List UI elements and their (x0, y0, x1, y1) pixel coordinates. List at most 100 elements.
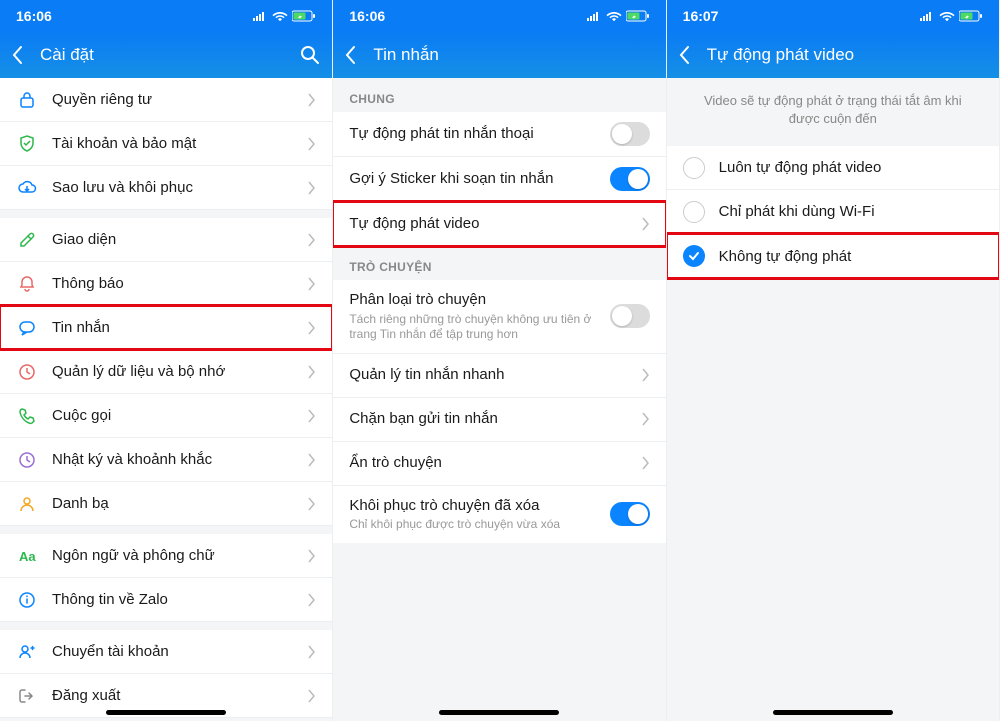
toggle[interactable] (610, 304, 650, 328)
row-label: Thông báo (52, 274, 302, 294)
settings-row[interactable]: Thông báo (0, 262, 332, 306)
settings-row[interactable]: Thông tin về Zalo (0, 578, 332, 622)
row-quick-message[interactable]: Quản lý tin nhắn nhanh (333, 354, 665, 398)
nav-title: Cài đặt (40, 45, 292, 65)
chevron-right-icon (308, 497, 316, 511)
settings-row[interactable]: Danh bạ (0, 482, 332, 526)
radio-option[interactable]: Không tự động phát (667, 234, 999, 278)
toggle[interactable] (610, 167, 650, 191)
screen-autoplay-video: 16:07 Tự động phát video Video sẽ tự độn… (667, 0, 1000, 721)
status-icons (586, 10, 650, 22)
row-label: Quản lý tin nhắn nhanh (349, 365, 635, 385)
screen-messages: 16:06 Tin nhắn CHUNG Tự động phát tin nh… (333, 0, 666, 721)
chevron-right-icon (308, 93, 316, 107)
status-bar: 16:07 (667, 0, 999, 32)
nav-bar: Tự động phát video (667, 32, 999, 78)
switch-icon (16, 641, 38, 663)
settings-row[interactable]: Sao lưu và khôi phục (0, 166, 332, 210)
lock-icon (16, 89, 38, 111)
radio-option[interactable]: Luôn tự động phát video (667, 146, 999, 190)
settings-row[interactable]: Chuyển tài khoản (0, 630, 332, 674)
row-chat-classify[interactable]: Phân loại trò chuyện Tách riêng những tr… (333, 280, 665, 354)
chevron-right-icon (308, 137, 316, 151)
status-bar: 16:06 (0, 0, 332, 32)
info-icon (16, 589, 38, 611)
row-label: Ngôn ngữ và phông chữ (52, 546, 302, 566)
chevron-right-icon (308, 233, 316, 247)
chevron-right-icon (308, 549, 316, 563)
settings-row[interactable]: Tài khoản và bảo mật (0, 122, 332, 166)
row-hide-chat[interactable]: Ẩn trò chuyện (333, 442, 665, 486)
svg-text:Aa: Aa (19, 549, 36, 564)
moments-icon (16, 449, 38, 471)
settings-row[interactable]: Cuộc gọi (0, 394, 332, 438)
status-time: 16:07 (683, 8, 719, 24)
settings-row[interactable]: Nhật ký và khoảnh khắc (0, 438, 332, 482)
section-gap (0, 622, 332, 630)
section-header-chat: TRÒ CHUYỆN (333, 246, 665, 280)
settings-row[interactable]: Quản lý dữ liệu và bộ nhớ (0, 350, 332, 394)
row-label: Cuộc gọi (52, 406, 302, 426)
radio-button[interactable] (683, 245, 705, 267)
row-label: Nhật ký và khoảnh khắc (52, 450, 302, 470)
screen-settings: 16:06 Cài đặt Quyền riêng tưTài khoản và… (0, 0, 333, 721)
toggle[interactable] (610, 122, 650, 146)
radio-option[interactable]: Chỉ phát khi dùng Wi-Fi (667, 190, 999, 234)
status-icons (919, 10, 983, 22)
chevron-right-icon (308, 365, 316, 379)
chevron-right-icon (308, 181, 316, 195)
row-label: Thông tin về Zalo (52, 590, 302, 610)
row-label: Quản lý dữ liệu và bộ nhớ (52, 362, 302, 382)
option-label: Không tự động phát (719, 247, 983, 267)
row-restore-chat[interactable]: Khôi phục trò chuyện đã xóa Chỉ khôi phụ… (333, 486, 665, 543)
chevron-right-icon (308, 689, 316, 703)
status-bar: 16:06 (333, 0, 665, 32)
search-button[interactable] (292, 45, 320, 65)
row-label: Tự động phát tin nhắn thoại (349, 124, 603, 144)
settings-row[interactable]: Tin nhắn (0, 306, 332, 350)
chevron-right-icon (642, 412, 650, 426)
row-sublabel: Chỉ khôi phục được trò chuyện vừa xóa (349, 517, 603, 533)
row-label: Gợi ý Sticker khi soạn tin nhắn (349, 169, 603, 189)
option-label: Luôn tự động phát video (719, 158, 983, 178)
row-label: Tự động phát video (349, 214, 635, 234)
row-sublabel: Tách riêng những trò chuyện không ưu tiê… (349, 312, 603, 343)
row-auto-play-video[interactable]: Tự động phát video (333, 202, 665, 246)
row-auto-play-voice[interactable]: Tự động phát tin nhắn thoại (333, 112, 665, 157)
back-button[interactable] (679, 45, 707, 65)
phone-icon (16, 405, 38, 427)
brush-icon (16, 229, 38, 251)
row-sticker-suggest[interactable]: Gợi ý Sticker khi soạn tin nhắn (333, 157, 665, 202)
chevron-right-icon (642, 217, 650, 231)
radio-button[interactable] (683, 201, 705, 223)
status-time: 16:06 (349, 8, 385, 24)
home-indicator (773, 710, 893, 715)
row-label: Đăng xuất (52, 686, 302, 706)
back-button[interactable] (345, 45, 373, 65)
status-icons (252, 10, 316, 22)
settings-row[interactable]: Giao diện (0, 218, 332, 262)
settings-row[interactable]: Quyền riêng tư (0, 78, 332, 122)
toggle[interactable] (610, 502, 650, 526)
nav-bar: Cài đặt (0, 32, 332, 78)
chevron-right-icon (308, 277, 316, 291)
shield-icon (16, 133, 38, 155)
section-header-general: CHUNG (333, 78, 665, 112)
description-text: Video sẽ tự động phát ở trạng thái tắt â… (667, 78, 999, 146)
chevron-right-icon (642, 368, 650, 382)
row-label: Phân loại trò chuyện (349, 290, 603, 310)
radio-button[interactable] (683, 157, 705, 179)
back-button[interactable] (12, 45, 40, 65)
row-label: Tin nhắn (52, 318, 302, 338)
person-icon (16, 493, 38, 515)
logout-icon (16, 685, 38, 707)
row-label: Ẩn trò chuyện (349, 453, 635, 473)
chevron-right-icon (308, 453, 316, 467)
home-indicator (106, 710, 226, 715)
nav-title: Tin nhắn (373, 45, 653, 65)
chevron-right-icon (308, 321, 316, 335)
message-icon (16, 317, 38, 339)
settings-row[interactable]: Aa Ngôn ngữ và phông chữ (0, 534, 332, 578)
row-block-send[interactable]: Chặn bạn gửi tin nhắn (333, 398, 665, 442)
status-time: 16:06 (16, 8, 52, 24)
